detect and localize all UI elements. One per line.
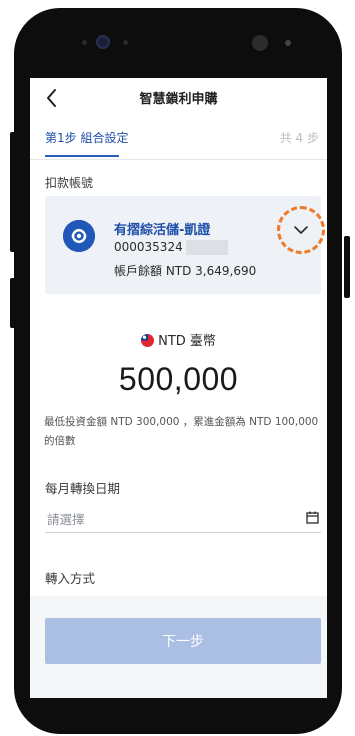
investment-amount[interactable]: 500,000 — [30, 361, 327, 398]
account-name: 有摺綜活儲-凱證 — [114, 223, 211, 238]
total-steps-label: 共 4 步 — [279, 131, 319, 145]
next-step-button[interactable]: 下一步 — [45, 618, 321, 664]
currency-label: NTD 臺幣 — [30, 330, 327, 349]
current-step-underline — [45, 155, 119, 157]
sensor-dot — [82, 40, 87, 45]
transfer-method-label: 轉入方式 — [45, 571, 96, 586]
monthly-date-label: 每月轉換日期 — [45, 481, 121, 496]
sensor-dot — [123, 40, 128, 45]
sensor-dot — [285, 40, 291, 46]
calendar-icon[interactable] — [306, 511, 319, 524]
taiwan-flag-icon — [141, 334, 155, 347]
bank-logo-icon — [63, 220, 95, 252]
monthly-date-field[interactable]: 請選擇 — [45, 503, 321, 533]
debit-account-selector[interactable]: 有摺綜活儲-凱證 000035324 帳戶餘額 NTD 3,649,690 — [45, 196, 325, 294]
chevron-down-icon[interactable] — [292, 224, 310, 236]
current-step-label: 第1步 組合設定 — [45, 131, 129, 145]
power-button — [344, 236, 350, 298]
investment-note: 最低投資金額 NTD 300,000 ，累進金額為 NTD 100,000 的倍… — [44, 416, 319, 447]
step-indicator: 第1步 組合設定 共 4 步 — [30, 118, 327, 160]
header: 智慧鎖利申購 — [30, 78, 327, 118]
app-screen: 智慧鎖利申購 第1步 組合設定 共 4 步 扣款帳號 有摺綜活儲-凱證 0000… — [30, 78, 327, 698]
account-number: 000035324 — [114, 240, 183, 254]
currency-text: NTD 臺幣 — [158, 334, 216, 349]
front-camera — [96, 35, 110, 49]
account-balance: 帳戶餘額 NTD 3,649,690 — [114, 264, 257, 278]
front-camera-secondary — [252, 35, 268, 51]
monthly-date-placeholder: 請選擇 — [47, 512, 85, 527]
account-number-mask — [186, 240, 228, 255]
debit-account-label: 扣款帳號 — [45, 176, 94, 190]
page-title: 智慧鎖利申購 — [139, 92, 218, 107]
